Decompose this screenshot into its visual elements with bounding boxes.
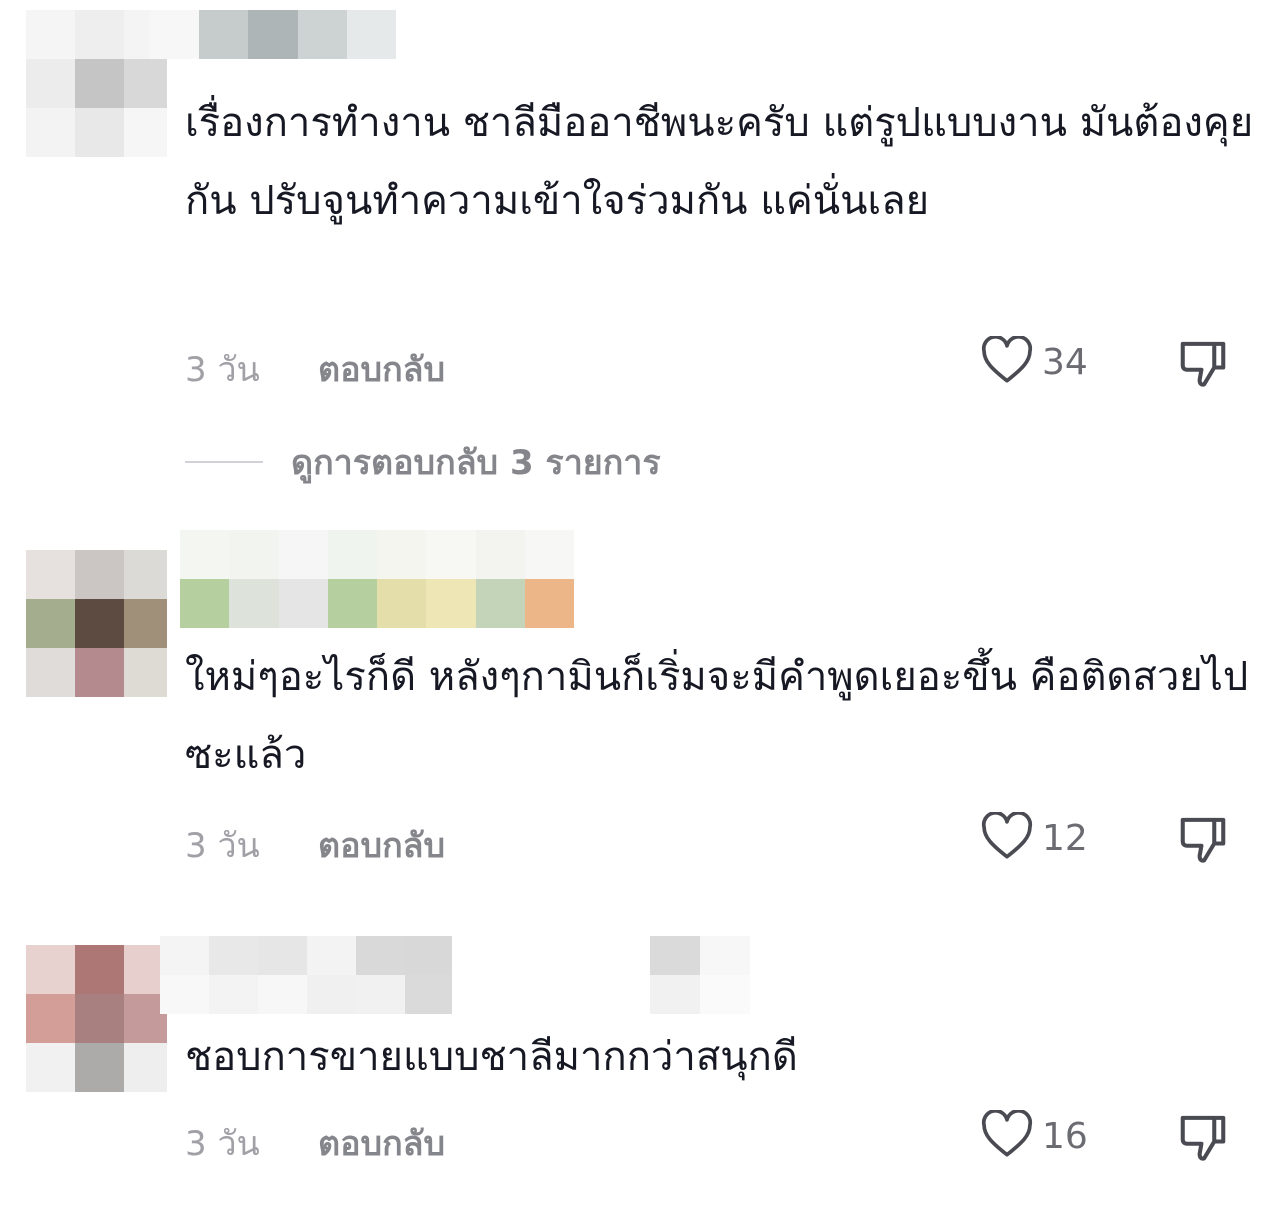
dislike-button[interactable] <box>1175 1110 1231 1164</box>
comment-meta: 3 วัน ตอบกลับ 12 <box>185 808 1235 868</box>
heart-outline-icon <box>980 1108 1034 1162</box>
comment-meta: 3 วัน ตอบกลับ 16 <box>185 1106 1235 1166</box>
like-button[interactable]: 12 <box>980 810 1088 864</box>
reply-button[interactable]: ตอบกลับ <box>318 818 445 872</box>
avatar-pixelated[interactable] <box>26 550 167 697</box>
avatar-pixelated[interactable] <box>26 10 167 157</box>
heart-outline-icon <box>980 810 1034 864</box>
comment-text: เรื่องการทำงาน ชาลีมืออาชีพนะครับ แต่รูป… <box>185 100 1254 224</box>
heart-outline-icon <box>980 334 1034 388</box>
username-pixelated[interactable] <box>650 936 750 1014</box>
reply-button[interactable]: ตอบกลับ <box>318 1116 445 1170</box>
timestamp: 3 วัน <box>185 1124 260 1164</box>
view-replies-button[interactable]: ดูการตอบกลับ 3 รายการ <box>185 440 661 484</box>
comment-text: ใหม่ๆอะไรก็ดี หลังๆกามินก็เริ่มจะมีคำพูด… <box>185 654 1249 778</box>
comment-item: ชอบการขายแบบชาลีมากกว่าสนุกดี 3 วัน ตอบก… <box>0 930 1280 1208</box>
like-count: 16 <box>1042 1115 1088 1157</box>
username-pixelated[interactable] <box>150 10 396 59</box>
timestamp: 3 วัน <box>185 350 260 390</box>
comment-meta: 3 วัน ตอบกลับ 34 <box>185 332 1235 392</box>
like-count: 34 <box>1042 341 1088 383</box>
username-pixelated[interactable] <box>180 530 574 628</box>
reply-button[interactable]: ตอบกลับ <box>318 342 445 396</box>
dislike-button[interactable] <box>1175 336 1231 390</box>
avatar-pixelated[interactable] <box>26 945 167 1092</box>
view-replies-label: ดูการตอบกลับ 3 รายการ <box>291 443 661 483</box>
thumbs-down-icon <box>1175 341 1231 394</box>
like-count: 12 <box>1042 817 1088 859</box>
timestamp: 3 วัน <box>185 826 260 866</box>
dislike-button[interactable] <box>1175 812 1231 866</box>
divider-line <box>185 461 263 463</box>
comment-item: ใหม่ๆอะไรก็ดี หลังๆกามินก็เริ่มจะมีคำพูด… <box>0 530 1280 890</box>
comment-item: เรื่องการทำงาน ชาลีมืออาชีพนะครับ แต่รูป… <box>0 0 1280 420</box>
thumbs-down-icon <box>1175 817 1231 870</box>
like-button[interactable]: 16 <box>980 1108 1088 1162</box>
thumbs-down-icon <box>1175 1115 1231 1168</box>
username-pixelated[interactable] <box>160 936 452 1014</box>
comment-text: ชอบการขายแบบชาลีมากกว่าสนุกดี <box>185 1034 798 1080</box>
like-button[interactable]: 34 <box>980 334 1088 388</box>
